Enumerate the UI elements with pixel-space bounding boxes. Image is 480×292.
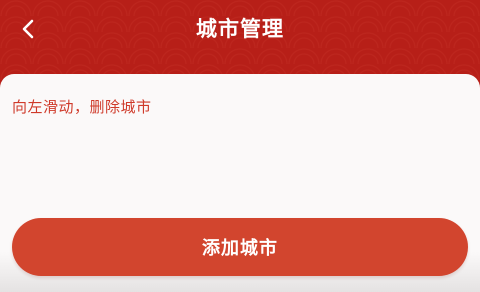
add-city-button[interactable]: 添加城市	[12, 218, 468, 276]
content-card: 向左滑动，删除城市 添加城市	[0, 74, 480, 292]
page-title: 城市管理	[196, 17, 284, 41]
swipe-hint-text: 向左滑动，删除城市	[12, 98, 152, 116]
